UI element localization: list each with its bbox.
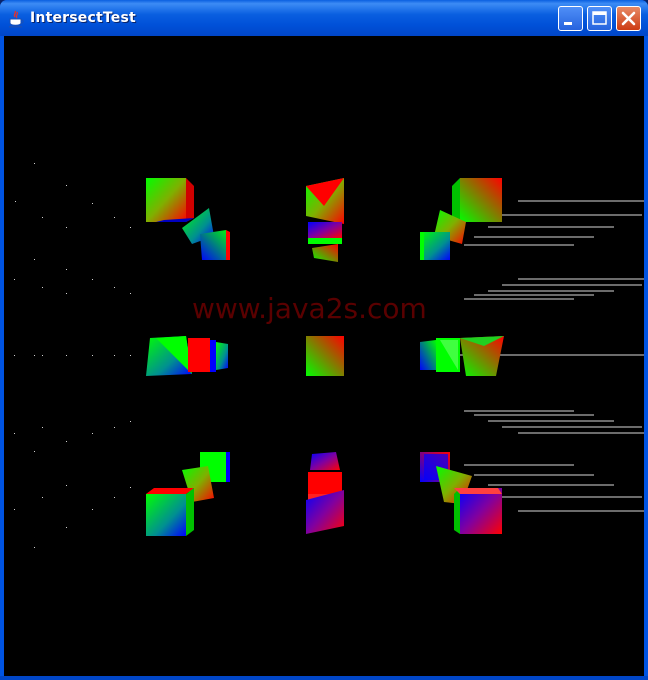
cube-cluster-top-right — [420, 178, 502, 260]
minimize-icon — [564, 22, 572, 25]
scene-3d — [14, 163, 644, 548]
cube-cluster-mid-right — [420, 336, 504, 376]
watermark-text: www.java2s.com — [192, 292, 427, 325]
render-canvas[interactable]: www.java2s.com — [4, 36, 644, 676]
cube-cluster-top-center — [306, 178, 344, 262]
close-icon — [621, 11, 636, 26]
title-bar[interactable]: IntersectTest — [0, 0, 648, 36]
cube-mid-center — [306, 336, 344, 376]
close-button[interactable] — [616, 6, 641, 31]
java-cup-icon — [9, 10, 24, 28]
minimize-button[interactable] — [558, 6, 583, 31]
star-dots — [14, 163, 131, 548]
window-title: IntersectTest — [30, 10, 136, 26]
app-window: IntersectTest www.java2s.com — [0, 0, 648, 680]
cube-cluster-bottom-right — [420, 452, 502, 534]
cube-cluster-mid-left — [146, 336, 228, 376]
cube-cluster-bottom-left — [146, 452, 230, 536]
cube-cluster-top-left — [146, 178, 230, 260]
maximize-icon — [592, 11, 607, 25]
maximize-button[interactable] — [587, 6, 612, 31]
cube-cluster-bottom-center — [306, 452, 344, 534]
window-bottom-border — [0, 676, 648, 680]
